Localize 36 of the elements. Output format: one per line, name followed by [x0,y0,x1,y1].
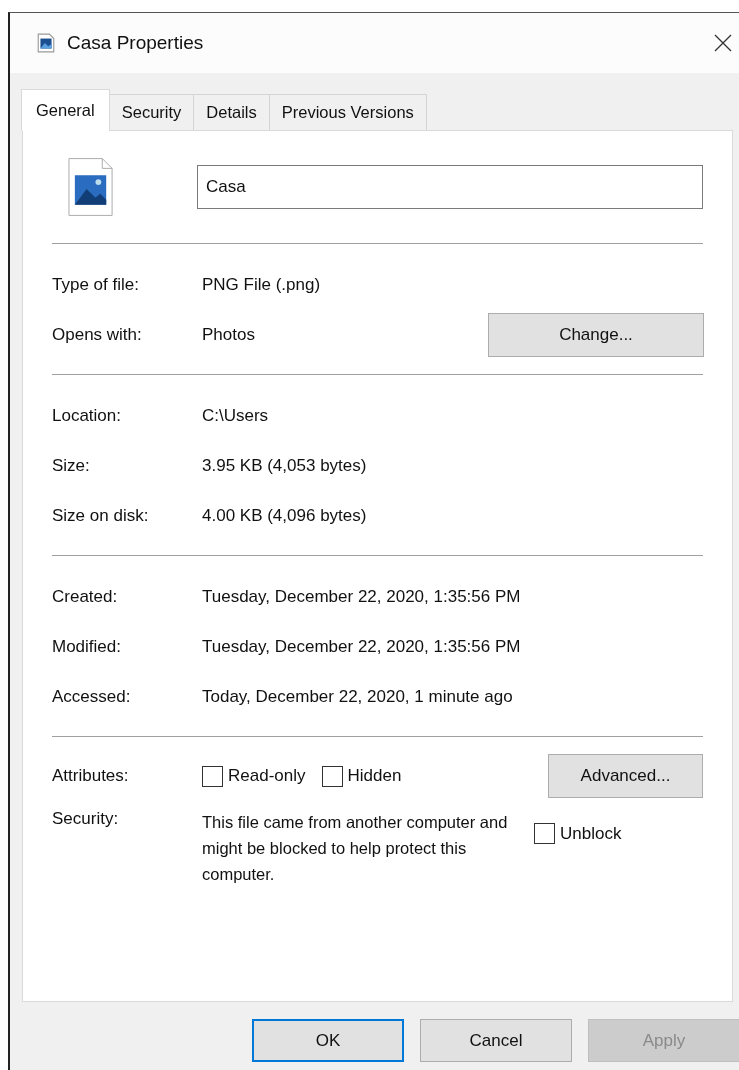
checkbox-label[interactable]: Read-only [228,766,306,786]
checkbox[interactable] [321,765,343,787]
field-label: Accessed: [52,687,132,707]
tab[interactable]: Previous Versions [268,94,427,130]
field-label: Size on disk: [52,506,150,526]
field-value: Tuesday, December 22, 2020, 1:35:56 PM [202,587,522,607]
image-file-icon [68,157,114,217]
tab[interactable]: General [21,89,110,131]
field-label: Opens with: [52,325,143,345]
file-name-field[interactable]: Casa [197,165,703,209]
field-label: Security: [52,809,120,829]
close-icon [713,33,733,53]
checkbox-label[interactable]: Unblock [560,823,622,844]
dialog-button[interactable]: Cancel [420,1019,572,1062]
field-label: Type of file: [52,275,140,295]
window-title: Casa Properties [67,32,204,54]
field-label: Location: [52,406,122,426]
field-value: 3.95 KB (4,053 bytes) [202,456,368,476]
advanced-button[interactable]: Advanced... [548,754,703,798]
field-value: Tuesday, December 22, 2020, 1:35:56 PM [202,637,522,657]
checkbox[interactable] [202,765,223,787]
field-value: Photos [202,325,256,345]
field-value: 4.00 KB (4,096 bytes) [202,506,368,526]
field-label: Modified: [52,637,122,657]
image-file-icon [37,33,55,53]
checkbox-label[interactable]: Hidden [347,766,402,786]
dialog-button[interactable]: OK [252,1019,404,1062]
change-button[interactable]: Change... [488,313,704,357]
field-label: Attributes: [52,766,130,786]
checkbox[interactable] [534,823,555,844]
field-value: PNG File (.png) [202,275,322,295]
field-value: Today, December 22, 2020, 1 minute ago [202,687,514,707]
field-value: C:\Users [202,406,270,426]
field-label: Created: [52,587,119,607]
security-message: This file came from another computer and might be blocked to help protect this computer. [202,812,509,885]
field-label: Size: [52,456,91,476]
